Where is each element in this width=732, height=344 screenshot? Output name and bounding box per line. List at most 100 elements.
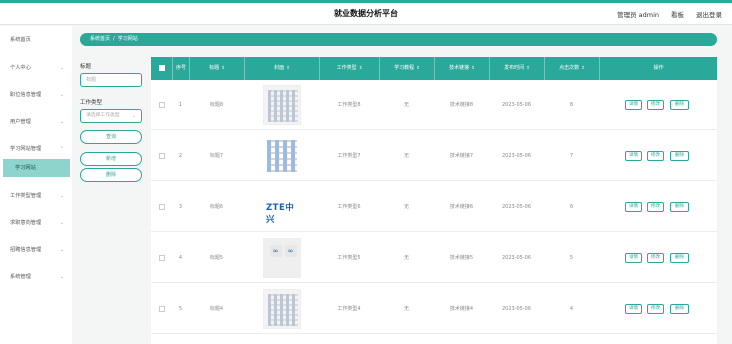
edit-button[interactable]: 修改 xyxy=(647,151,664,161)
sidebar-item-label: 学习网站管理 xyxy=(10,146,42,152)
sidebar-item-home[interactable]: 系统首页 xyxy=(0,32,72,48)
title-search-input[interactable]: 标题 xyxy=(80,73,142,87)
cell-index: 4 xyxy=(178,255,183,261)
sidebar-item-job-intent[interactable]: 求职意向管理 ⌄ xyxy=(0,215,72,231)
table-row: 1 标题8 工作类型8 无 技术链接8 2023-05-06 8 详情 修改 删… xyxy=(151,80,717,130)
cell-tech-link: 技术链接8 xyxy=(449,102,474,108)
chevron-down-icon: ⌄ xyxy=(59,92,64,98)
chevron-down-icon: ⌄ xyxy=(59,65,64,71)
column-header-index: 序号 xyxy=(172,57,189,80)
edit-button[interactable]: 修改 xyxy=(647,304,664,314)
cover-thumbnail-graphic xyxy=(268,90,298,122)
cover-image: ZTE中兴 xyxy=(263,187,301,227)
batch-delete-button[interactable]: 删除 xyxy=(80,168,142,182)
cell-title: 标题4 xyxy=(209,306,224,312)
delete-button[interactable]: 删除 xyxy=(670,304,689,314)
cover-thumbnail-graphic xyxy=(268,294,298,326)
chevron-down-icon: ⌄ xyxy=(59,247,64,253)
row-checkbox[interactable] xyxy=(159,153,165,159)
top-header: 就业数据分析平台 管理员 admin 看板 退出登录 xyxy=(0,3,732,25)
sidebar-item-system[interactable]: 系统管理 ⌄ xyxy=(0,269,72,285)
add-button[interactable]: 新增 xyxy=(80,152,142,166)
chevron-down-icon: ⌄ xyxy=(59,220,64,226)
sidebar-item-jobs[interactable]: 职位信息管理 ⌄ xyxy=(0,87,72,103)
logo-icon: ∞ xyxy=(269,245,282,257)
cell-tutorial: 无 xyxy=(403,255,409,261)
cell-tech-link: 技术链接6 xyxy=(449,204,474,210)
sidebar-item-study-sites[interactable]: 学习网站管理 ⌃ xyxy=(0,141,72,157)
sidebar-item-work-types[interactable]: 工作类型管理 ⌄ xyxy=(0,188,72,204)
column-header-tech-link[interactable]: 技术链接 ⇕ xyxy=(434,57,489,80)
detail-button[interactable]: 详情 xyxy=(625,202,642,212)
detail-button[interactable]: 详情 xyxy=(625,151,642,161)
front-link[interactable]: 看板 xyxy=(671,9,684,19)
column-header-work-type[interactable]: 工作类型 ⇕ xyxy=(319,57,379,80)
column-header-label: 点击次数 xyxy=(559,65,580,71)
select-all-column xyxy=(151,57,172,80)
row-checkbox[interactable] xyxy=(159,255,165,261)
cell-work-type: 工作类型6 xyxy=(337,204,361,210)
sidebar-item-recruitment[interactable]: 招聘信息管理 ⌄ xyxy=(0,242,72,258)
cell-clicks: 6 xyxy=(569,204,574,210)
sidebar-item-users[interactable]: 用户管理 ⌄ xyxy=(0,114,72,130)
chevron-down-icon: ⌄ xyxy=(131,113,136,119)
delete-button[interactable]: 删除 xyxy=(670,151,689,161)
column-header-title[interactable]: 标题 ⇕ xyxy=(189,57,244,80)
cell-tech-link: 技术链接7 xyxy=(449,153,474,159)
logout-link[interactable]: 退出登录 xyxy=(696,9,722,19)
cell-publish-time: 2023-05-06 xyxy=(501,306,532,312)
column-header-publish-time[interactable]: 发布时间 ⇕ xyxy=(489,57,544,80)
current-user: 管理员 admin xyxy=(617,11,659,19)
row-checkbox[interactable] xyxy=(159,204,165,210)
breadcrumb-separator: / xyxy=(113,36,115,42)
cell-work-type: 工作类型4 xyxy=(337,306,361,312)
type-filter-label: 工作类型 xyxy=(80,100,103,106)
cell-tutorial: 无 xyxy=(403,153,409,159)
breadcrumb-home[interactable]: 系统首页 xyxy=(90,36,110,42)
chevron-down-icon: ⌄ xyxy=(59,119,64,125)
cell-work-type: 工作类型5 xyxy=(337,255,361,261)
detail-button[interactable]: 详情 xyxy=(625,304,642,314)
cell-publish-time: 2023-05-06 xyxy=(501,102,532,108)
table-row: 4 标题5 ∞ ∞ 工作类型5 无 技术链接5 2023-05-06 5 详情 修… xyxy=(151,233,717,283)
cell-publish-time: 2023-05-06 xyxy=(501,255,532,261)
sort-icon: ⇕ xyxy=(471,66,475,71)
delete-button[interactable]: 删除 xyxy=(670,253,689,263)
work-type-select-placeholder: 请选择工作类型 xyxy=(86,113,120,118)
delete-button[interactable]: 删除 xyxy=(670,202,689,212)
edit-button[interactable]: 修改 xyxy=(647,202,664,212)
work-type-select[interactable]: 请选择工作类型 ⌄ xyxy=(80,109,142,123)
sidebar-subitem-study-site[interactable]: 学习网站 xyxy=(3,159,70,177)
select-all-checkbox[interactable] xyxy=(159,65,165,71)
cell-index: 5 xyxy=(178,306,183,312)
sidebar-item-profile[interactable]: 个人中心 ⌄ xyxy=(0,60,72,76)
row-checkbox[interactable] xyxy=(159,102,165,108)
sidebar-item-label: 求职意向管理 xyxy=(10,220,42,226)
zte-logo: ZTE中兴 xyxy=(266,203,295,225)
column-header-label: 发布时间 xyxy=(504,65,525,71)
cell-clicks: 5 xyxy=(569,255,574,261)
title-filter-label: 标题 xyxy=(80,64,92,70)
sidebar-item-label: 招聘信息管理 xyxy=(10,247,42,253)
cover-image xyxy=(263,136,301,176)
edit-button[interactable]: 修改 xyxy=(647,100,664,110)
edit-button[interactable]: 修改 xyxy=(647,253,664,263)
query-button[interactable]: 查询 xyxy=(80,130,142,144)
cell-tutorial: 无 xyxy=(403,306,409,312)
column-header-label: 技术链接 xyxy=(449,65,470,71)
row-checkbox[interactable] xyxy=(159,306,165,312)
cell-clicks: 7 xyxy=(569,153,574,159)
detail-button[interactable]: 详情 xyxy=(625,100,642,110)
column-header-clicks[interactable]: 点击次数 ⇕ xyxy=(544,57,599,80)
column-header-cover[interactable]: 封面 ⇕ xyxy=(244,57,319,80)
detail-button[interactable]: 详情 xyxy=(625,253,642,263)
sidebar-item-label: 职位信息管理 xyxy=(10,92,42,98)
chevron-up-icon: ⌃ xyxy=(59,146,64,152)
delete-button[interactable]: 删除 xyxy=(670,100,689,110)
breadcrumb: 系统首页 / 学习网站 xyxy=(80,33,717,46)
sidebar-item-label: 系统首页 xyxy=(10,37,31,43)
chevron-down-icon: ⌄ xyxy=(59,193,64,199)
column-header-tutorial[interactable]: 学习教程 ⇕ xyxy=(379,57,434,80)
cell-index: 1 xyxy=(178,102,183,108)
cell-publish-time: 2023-05-06 xyxy=(501,153,532,159)
